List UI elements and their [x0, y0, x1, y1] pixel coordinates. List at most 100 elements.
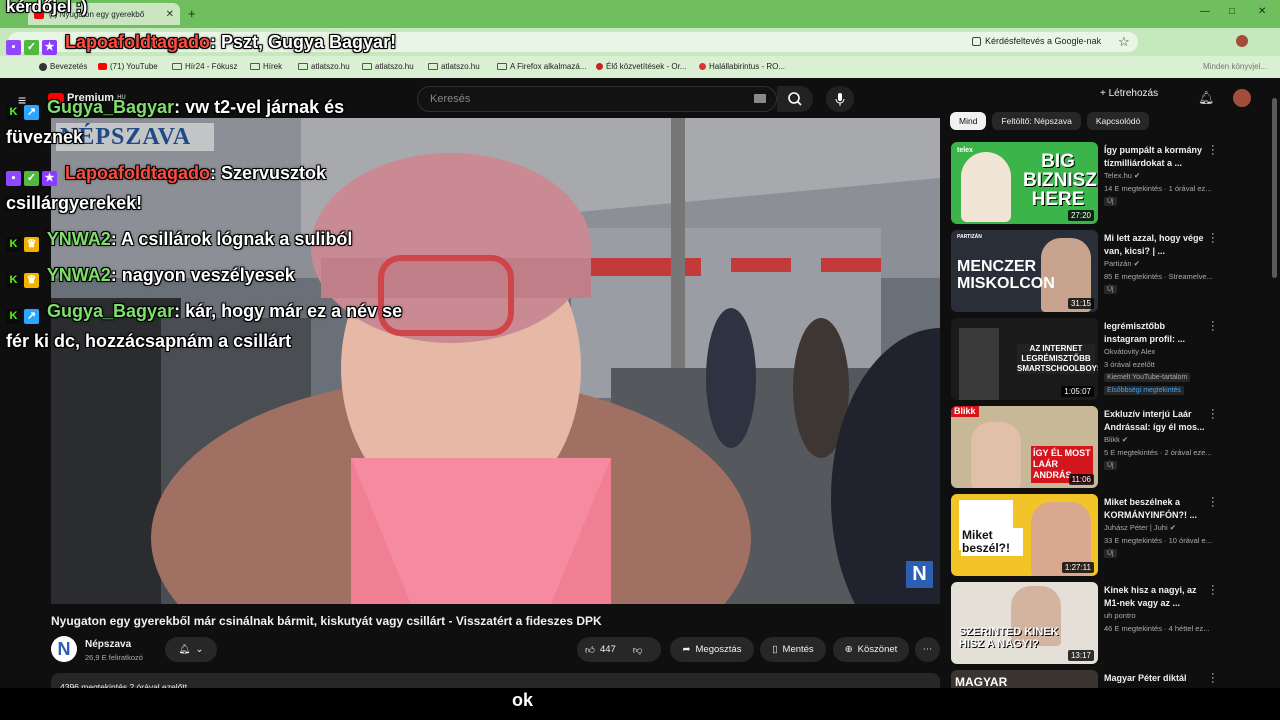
chrome-icon	[39, 62, 47, 71]
new-tab-button[interactable]: +	[188, 6, 196, 21]
chat-message-continued: csillárgyerekek!	[6, 193, 142, 214]
thumbnail-text: MENCZER MISKOLCON	[957, 258, 1055, 292]
folder-icon	[250, 63, 260, 70]
create-button[interactable]: + Létrehozás	[1100, 88, 1158, 99]
recommendation-item[interactable]: Miket beszél?! 1:27:11 Miket beszélnek a…	[951, 493, 1221, 578]
arrow-badge-icon: ↗	[24, 309, 39, 324]
channel-watermark-icon[interactable]: N	[906, 561, 933, 588]
video-duration: 31:15	[1067, 298, 1094, 309]
chat-message: K ↗ Gugya_Bagyar: vw t2-vel járnak és	[6, 97, 344, 120]
subscriber-count: 26,9 E feliratkozó	[85, 653, 143, 662]
video-thumbnail[interactable]: Miket beszél?! 1:27:11	[951, 494, 1098, 576]
video-thumbnail[interactable]: SZERINTED KINEK HISZ A NAGYI? 13:17	[951, 582, 1098, 664]
more-options-icon[interactable]: · · ·	[1211, 141, 1217, 160]
recommendation-channel[interactable]: Telex.hu ✔	[1104, 171, 1140, 180]
bookmark-star-icon[interactable]: ☆	[1118, 34, 1130, 50]
page-scrollbar[interactable]	[1272, 98, 1277, 278]
account-avatar[interactable]	[1233, 89, 1251, 107]
bookmark-item[interactable]: A Firefox alkalmazá...	[497, 62, 586, 71]
recommendation-title[interactable]: Magyar Péter diktál	[1104, 672, 1209, 685]
chat-text: füveznek	[6, 127, 84, 147]
bookmark-item[interactable]: atlatszo.hu	[298, 62, 350, 71]
bookmark-item[interactable]: Halállabirintus - RO...	[699, 62, 785, 71]
video-thumbnail[interactable]: PARTIZÁN MENCZER MISKOLCON 31:15	[951, 230, 1098, 312]
bookmark-label: atlatszo.hu	[375, 62, 414, 71]
thanks-button[interactable]: ⊕ Köszönet	[833, 637, 909, 662]
recommendation-title[interactable]: Exkluzív interjú Laár Andrással: így él …	[1104, 408, 1209, 433]
recommendation-item[interactable]: SZERINTED KINEK HISZ A NAGYI? 13:17 Kine…	[951, 581, 1221, 666]
bookmark-item[interactable]: (71) YouTube	[98, 62, 158, 71]
bookmark-item[interactable]: Hír24 - Fókusz	[172, 62, 237, 71]
tab-close-icon[interactable]: ✕	[166, 9, 174, 20]
bookmark-item[interactable]: atlatszo.hu	[428, 62, 480, 71]
channel-avatar[interactable]: N	[51, 636, 77, 662]
all-bookmarks[interactable]: Minden könyvjel...	[1203, 62, 1267, 71]
video-player[interactable]	[51, 118, 940, 604]
profile-avatar-icon[interactable]	[1236, 35, 1248, 47]
thumbnail-person	[971, 422, 1021, 488]
bookmark-item[interactable]: atlatszo.hu	[362, 62, 414, 71]
voice-search-button[interactable]	[826, 86, 854, 112]
thumbnail-corner: Blikk	[951, 406, 979, 417]
recommendation-channel[interactable]: Juhász Péter | Juhi ✔	[1104, 523, 1176, 532]
browser-tab-bar: (*) Nyugaton egy gyerekbő ✕ + — □ ✕	[0, 0, 1280, 28]
share-button[interactable]: ➦ Megosztás	[670, 637, 754, 662]
video-thumbnail[interactable]: Blikk ÍGY ÉL MOST LAÁR ANDRÁS 11:06	[951, 406, 1098, 488]
bookmark-label: Bevezetés	[50, 62, 88, 71]
thumbs-down-icon: 👎︎	[632, 644, 643, 656]
notifications-bell-icon[interactable]: 🔔︎	[1198, 90, 1215, 106]
video-thumbnail[interactable]: MAGYAR	[951, 670, 1098, 688]
kick-icon: K	[6, 309, 21, 324]
plus-icon: +	[1100, 88, 1109, 99]
recommendation-item[interactable]: Blikk ÍGY ÉL MOST LAÁR ANDRÁS 11:06 Exkl…	[951, 405, 1221, 490]
save-button[interactable]: ▯ Mentés	[760, 637, 826, 662]
recommendation-channel[interactable]: Okvátovity Alex	[1104, 347, 1155, 356]
thumbnail-text: MAGYAR	[955, 675, 1008, 688]
more-options-icon[interactable]: · · ·	[1211, 670, 1217, 688]
recommendation-channel[interactable]: Partizán ✔	[1104, 259, 1140, 268]
channel-name[interactable]: Népszava	[85, 639, 131, 650]
chat-text: : Szervusztok	[210, 163, 327, 183]
recommendation-title[interactable]: Mi lett azzal, hogy vége van, kicsi? | .…	[1104, 232, 1209, 257]
chip-related[interactable]: Kapcsolódó	[1086, 112, 1150, 130]
more-options-icon[interactable]: · · ·	[1211, 405, 1217, 424]
more-actions-button[interactable]: ⋯	[915, 637, 940, 662]
folder-icon	[497, 63, 507, 70]
bookmarks-bar: Bevezetés (71) YouTube Hír24 - Fókusz Hí…	[0, 56, 1280, 78]
more-options-icon[interactable]: · · ·	[1211, 317, 1217, 336]
chip-uploader[interactable]: Feltöltő: Népszava	[992, 112, 1081, 130]
bookmark-item[interactable]: Élő közvetítések - Or...	[596, 62, 686, 71]
more-options-icon[interactable]: · · ·	[1211, 493, 1217, 512]
search-input[interactable]: Keresés	[417, 86, 777, 112]
video-thumbnail[interactable]: telex BIG BIZNISZ HERE 27:20	[951, 142, 1098, 224]
minimize-icon[interactable]: —	[1200, 6, 1210, 17]
recommendation-title[interactable]: legrémisztőbb instagram profil: ...	[1104, 320, 1209, 345]
chat-username: Lapoafoldtagado	[65, 163, 211, 183]
google-ask-button[interactable]: Kérdésfeltevés a Google-nak	[972, 36, 1101, 46]
like-button[interactable]: 👍︎ 447	[585, 644, 616, 656]
maximize-icon[interactable]: □	[1229, 6, 1235, 17]
keyboard-icon[interactable]	[754, 94, 766, 103]
more-options-icon[interactable]: · · ·	[1211, 229, 1217, 248]
recommendation-title[interactable]: Miket beszélnek a KORMÁNYINFÓN?! ...	[1104, 496, 1209, 521]
close-window-icon[interactable]: ✕	[1258, 6, 1266, 17]
recommendation-title[interactable]: Így pumpált a kormány tízmilliárdokat a …	[1104, 144, 1209, 169]
recommendation-channel[interactable]: Blikk ✔	[1104, 435, 1128, 444]
search-button[interactable]	[777, 86, 813, 112]
recommendation-item[interactable]: PARTIZÁN MENCZER MISKOLCON 31:15 Mi lett…	[951, 229, 1221, 314]
bookmark-item[interactable]: Hírek	[250, 62, 282, 71]
recommendation-item[interactable]: AZ INTERNET LEGRÉMISZTŐBB SMARTSCHOOLBOY…	[951, 317, 1221, 402]
recommendation-title[interactable]: Kinek hisz a nagyi, az M1-nek vagy az ..…	[1104, 584, 1209, 609]
chip-all[interactable]: Mind	[950, 112, 987, 130]
featured-badge: Kiemelt YouTube-tartalom	[1104, 373, 1191, 382]
recommendation-item[interactable]: telex BIG BIZNISZ HERE 27:20 Így pumpált…	[951, 141, 1221, 226]
recommendation-channel[interactable]: uh pontro	[1104, 611, 1136, 620]
more-options-icon[interactable]: · · ·	[1211, 581, 1217, 600]
bookmark-item[interactable]: Bevezetés	[39, 62, 87, 71]
dislike-button[interactable]: 👎︎	[633, 644, 643, 656]
youtube-icon	[98, 63, 107, 70]
subscribed-button[interactable]: 🔔︎ ⌄	[165, 637, 217, 662]
recommendation-item[interactable]: MAGYAR Magyar Péter diktál · · ·	[951, 670, 1221, 688]
video-thumbnail[interactable]: AZ INTERNET LEGRÉMISZTŐBB SMARTSCHOOLBOY…	[951, 318, 1098, 400]
chat-username: YNWA2	[46, 229, 111, 249]
